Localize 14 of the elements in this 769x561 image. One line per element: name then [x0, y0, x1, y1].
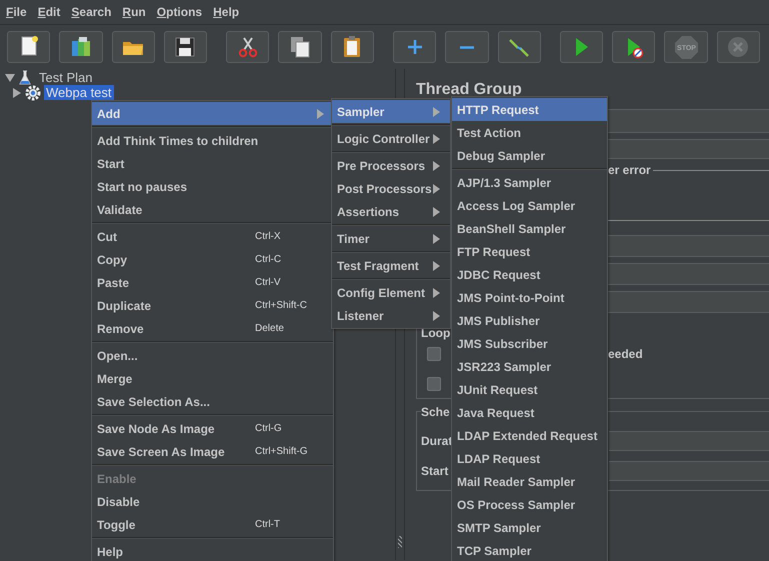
shortcut-label: Ctrl+Shift-G: [255, 446, 309, 457]
shortcut-label: Delete: [255, 323, 285, 334]
shortcut-label: Ctrl-T: [255, 519, 281, 530]
shortcut-label: Ctrl-X: [255, 231, 282, 242]
shortcut-label: Ctrl-C: [255, 254, 282, 265]
group-label: er error: [608, 163, 651, 177]
shortcut-label: Ctrl-G: [255, 423, 283, 434]
shortcut-label: Ctrl-V: [255, 277, 282, 288]
panel-title: Thread Group: [416, 81, 523, 99]
field-label: Durat: [421, 434, 452, 448]
shortcut-label: Ctrl+Shift-C: [255, 300, 308, 311]
field-label: Loop: [421, 325, 452, 341]
field-label: Start: [421, 464, 448, 478]
checkbox-label: eeded: [608, 347, 643, 361]
